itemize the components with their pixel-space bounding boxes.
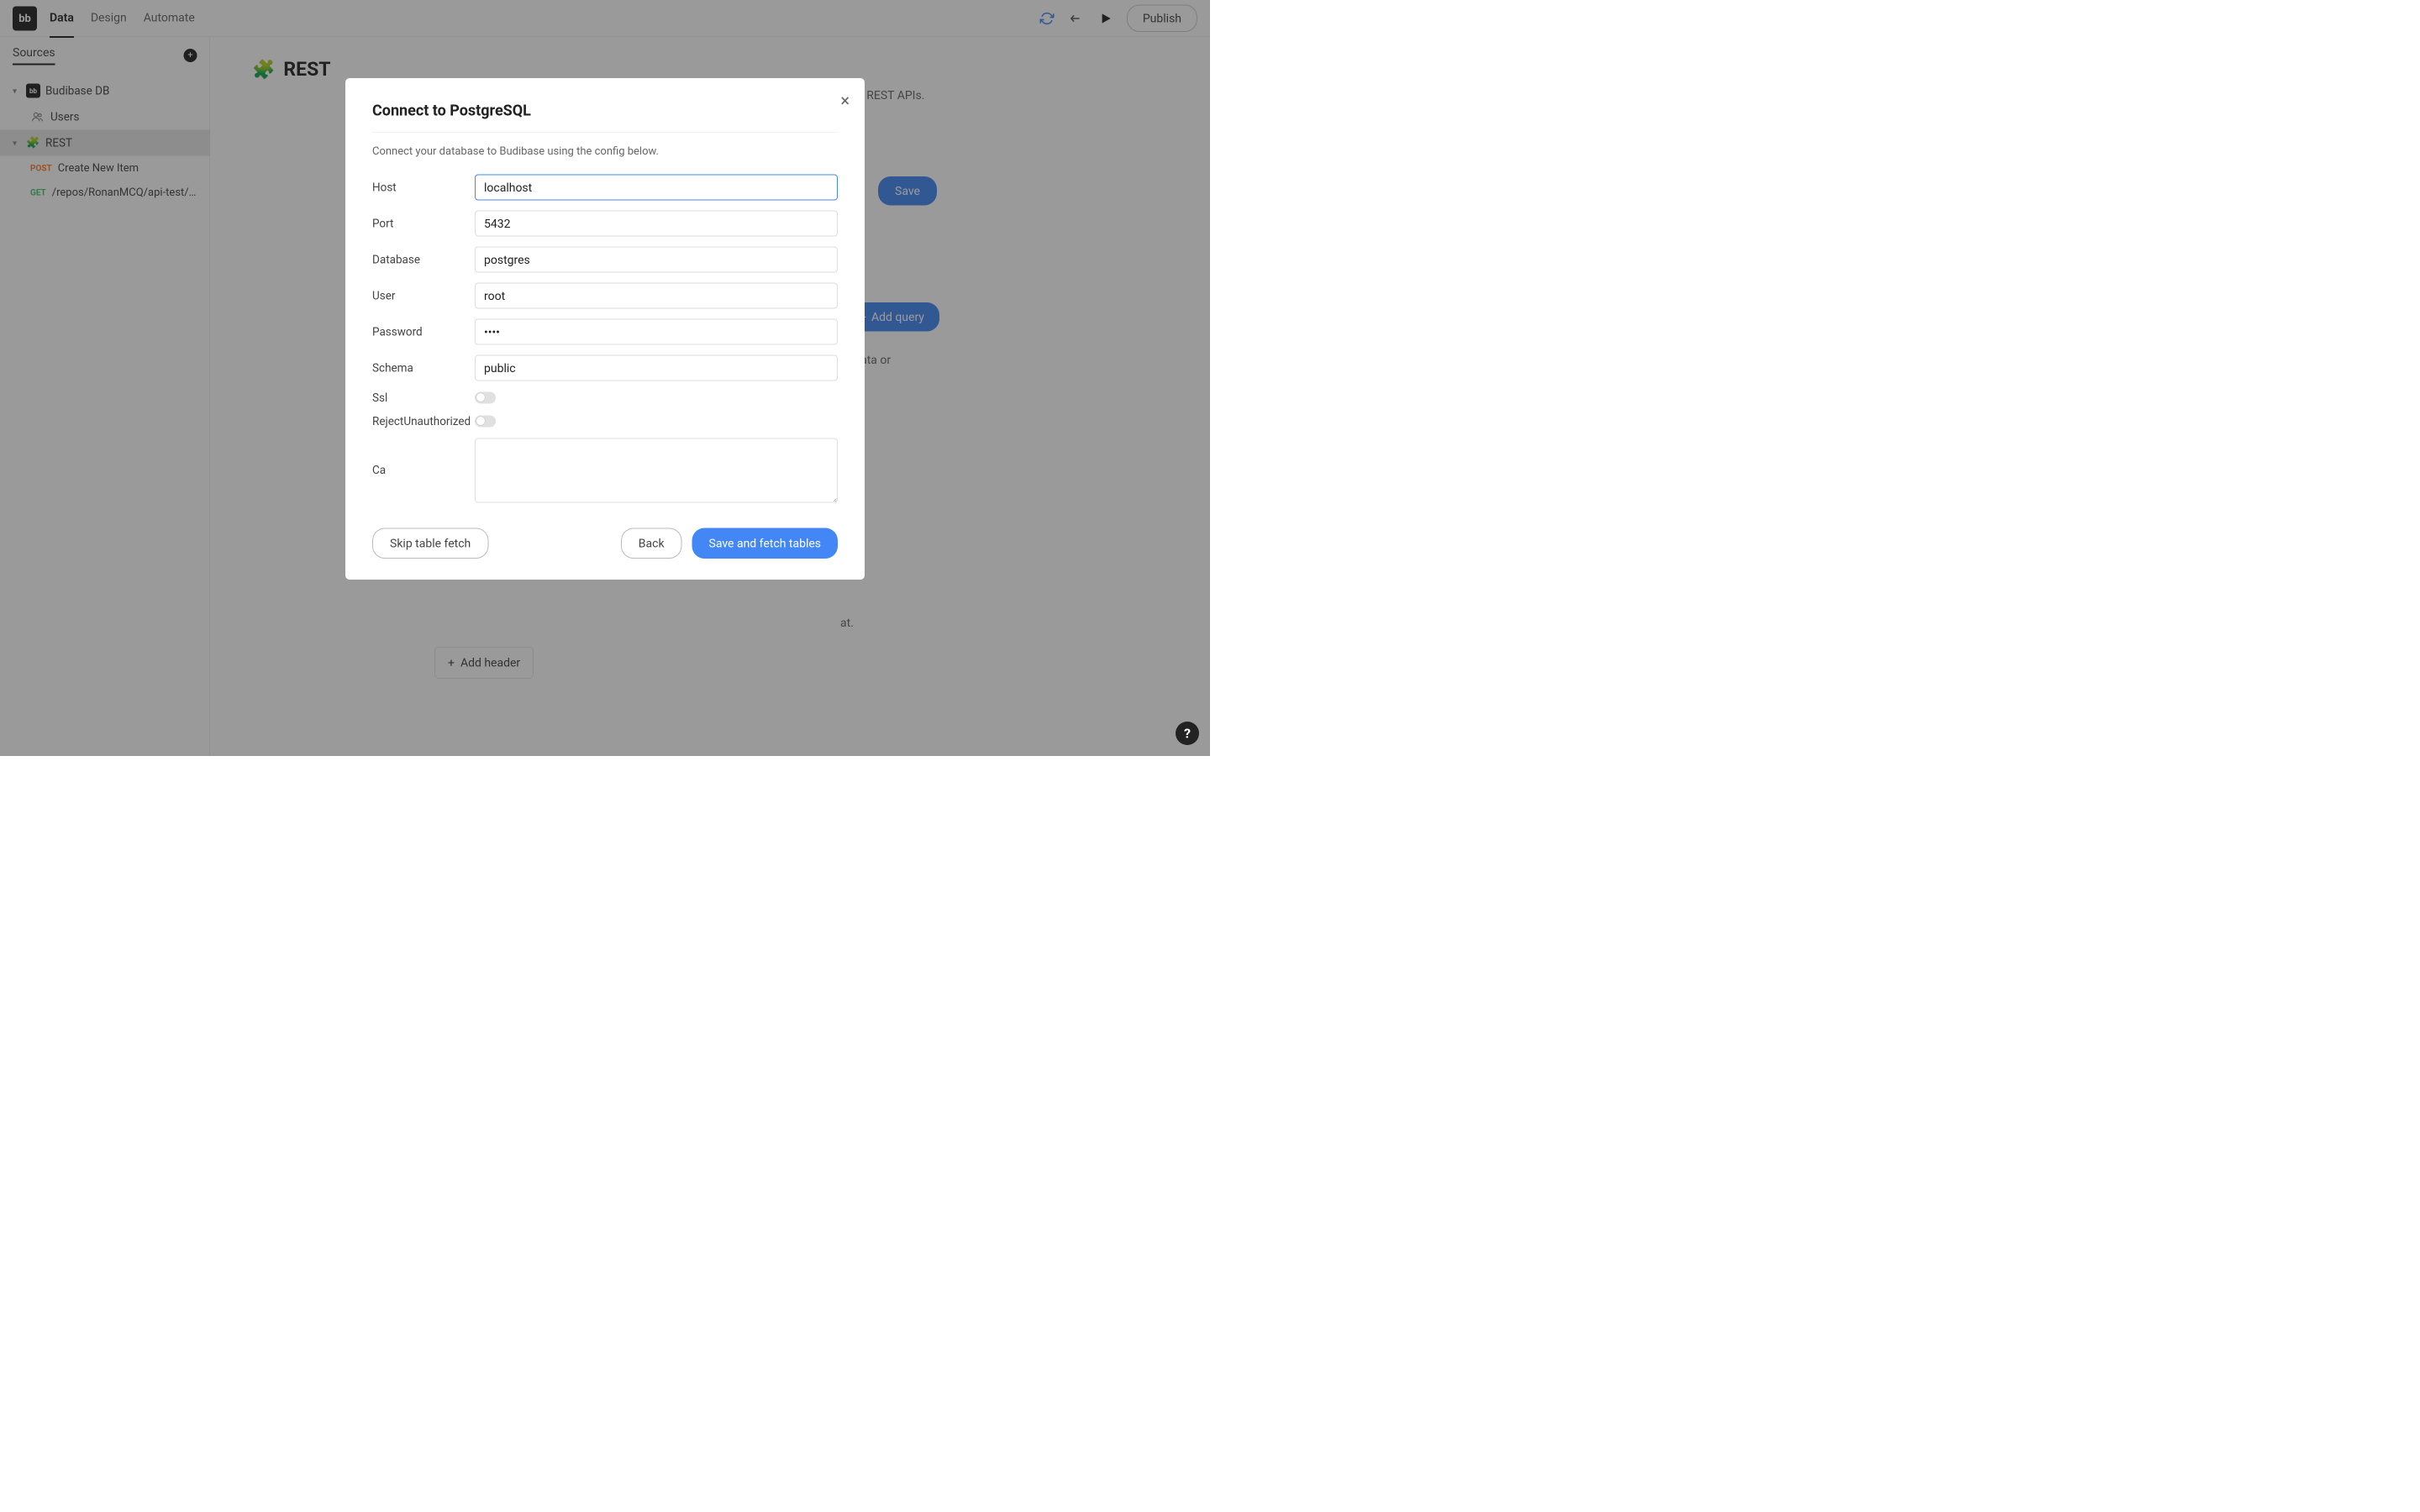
label-user: User [372, 289, 475, 302]
label-password: Password [372, 325, 475, 339]
modal-title: Connect to PostgreSQL [372, 102, 838, 119]
port-input[interactable] [475, 211, 838, 237]
user-input[interactable] [475, 283, 838, 309]
back-button[interactable]: Back [621, 528, 682, 559]
save-and-fetch-button[interactable]: Save and fetch tables [692, 528, 838, 559]
modal-connect-postgresql: × Connect to PostgreSQL Connect your dat… [345, 78, 865, 580]
database-input[interactable] [475, 247, 838, 273]
label-ssl: Ssl [372, 391, 475, 405]
help-button[interactable]: ? [1176, 722, 1199, 745]
password-input[interactable] [475, 319, 838, 345]
label-host: Host [372, 181, 475, 194]
host-input[interactable] [475, 175, 838, 201]
skip-table-fetch-button[interactable]: Skip table fetch [372, 528, 488, 559]
ssl-toggle[interactable] [475, 392, 496, 404]
ca-textarea[interactable] [475, 438, 838, 503]
modal-description: Connect your database to Budibase using … [372, 145, 838, 158]
modal-overlay[interactable]: × Connect to PostgreSQL Connect your dat… [0, 0, 1210, 756]
label-schema: Schema [372, 361, 475, 375]
label-reject-unauthorized: RejectUnauthorized [372, 415, 475, 428]
close-icon[interactable]: × [840, 91, 850, 111]
label-ca: Ca [372, 438, 475, 477]
schema-input[interactable] [475, 355, 838, 381]
label-database: Database [372, 253, 475, 266]
label-port: Port [372, 217, 475, 230]
reject-unauthorized-toggle[interactable] [475, 416, 496, 428]
